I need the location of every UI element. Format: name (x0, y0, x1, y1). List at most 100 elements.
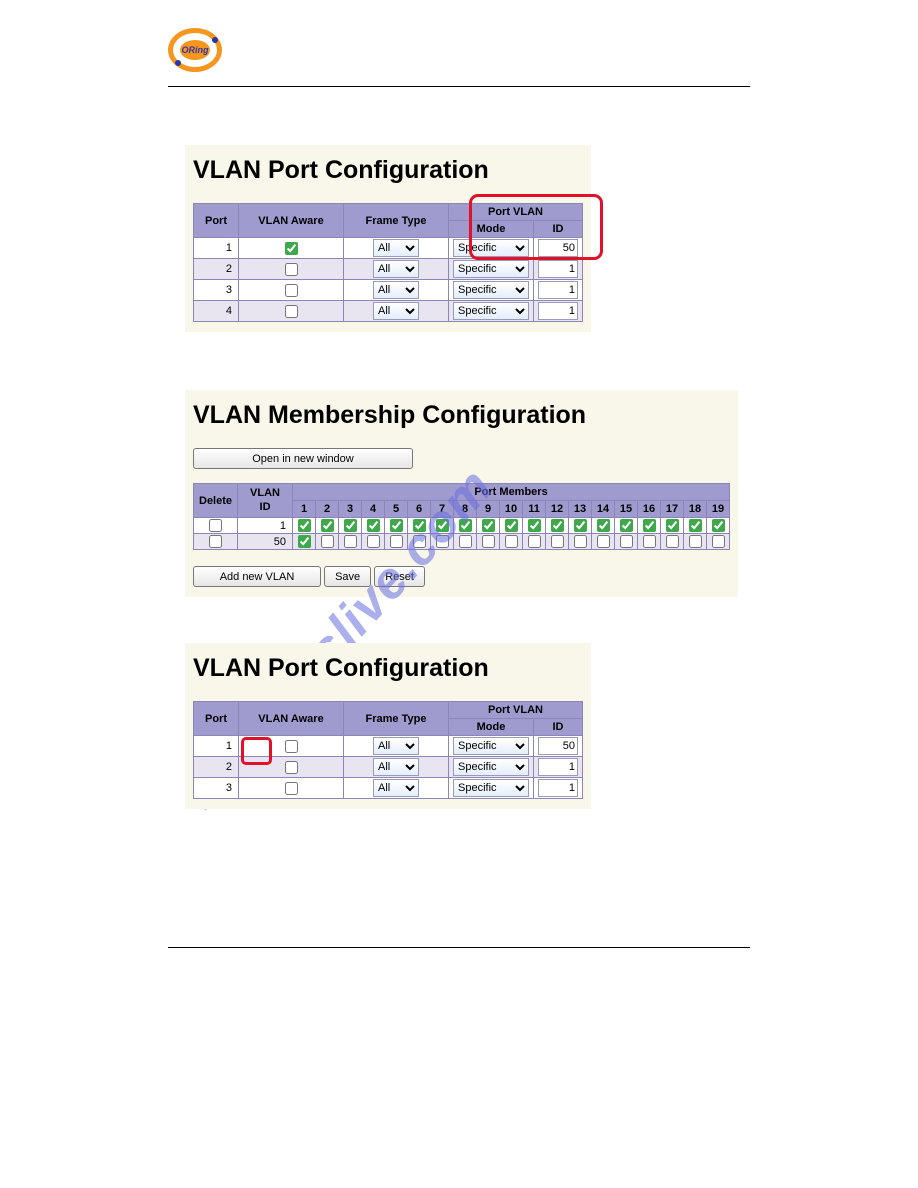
member-checkbox[interactable] (321, 535, 334, 548)
member-checkbox[interactable] (574, 535, 587, 548)
id-input[interactable] (538, 239, 578, 257)
vlan-port-table-1: Port VLAN Aware Frame Type Port VLAN Mod… (193, 203, 583, 322)
member-checkbox[interactable] (459, 519, 472, 532)
id-cell (534, 238, 583, 259)
save-button[interactable]: Save (324, 566, 371, 587)
member-checkbox[interactable] (643, 519, 656, 532)
member-checkbox[interactable] (712, 519, 725, 532)
frame-type-select[interactable]: All (373, 302, 419, 320)
member-checkbox[interactable] (528, 535, 541, 548)
mode-select[interactable]: Specific (453, 779, 529, 797)
member-cell (339, 518, 362, 534)
member-cell (592, 534, 615, 550)
member-cell (454, 534, 477, 550)
member-checkbox[interactable] (666, 535, 679, 548)
member-checkbox[interactable] (436, 519, 449, 532)
reset-button[interactable]: Reset (374, 566, 425, 587)
member-cell (661, 534, 684, 550)
id-input[interactable] (538, 281, 578, 299)
add-new-vlan-button[interactable]: Add new VLAN (193, 566, 321, 587)
member-checkbox[interactable] (367, 535, 380, 548)
member-checkbox[interactable] (482, 519, 495, 532)
mode-select[interactable]: Specific (453, 737, 529, 755)
member-checkbox[interactable] (436, 535, 449, 548)
mode-cell: Specific (449, 280, 534, 301)
member-checkbox[interactable] (689, 519, 702, 532)
mode-select[interactable]: Specific (453, 239, 529, 257)
frame-type-cell: All (344, 238, 449, 259)
frame-type-select[interactable]: All (373, 260, 419, 278)
member-cell (638, 534, 661, 550)
table-row: 4AllSpecific (194, 301, 583, 322)
vlan-aware-checkbox[interactable] (285, 305, 298, 318)
frame-type-select[interactable]: All (373, 737, 419, 755)
member-checkbox[interactable] (505, 519, 518, 532)
id-input[interactable] (538, 758, 578, 776)
panel2-title: VLAN Port Configuration (193, 654, 583, 683)
col-port-members: Port Members (293, 484, 730, 501)
member-checkbox[interactable] (505, 535, 518, 548)
id-input[interactable] (538, 779, 578, 797)
frame-type-select[interactable]: All (373, 779, 419, 797)
id-input[interactable] (538, 302, 578, 320)
frame-type-select[interactable]: All (373, 239, 419, 257)
member-checkbox[interactable] (528, 519, 541, 532)
port-header: 8 (454, 501, 477, 518)
member-checkbox[interactable] (689, 535, 702, 548)
vlan-aware-cell (239, 778, 344, 799)
col-frame-type: Frame Type (344, 204, 449, 238)
frame-type-select[interactable]: All (373, 758, 419, 776)
member-checkbox[interactable] (298, 519, 311, 532)
delete-checkbox[interactable] (209, 519, 222, 532)
member-checkbox[interactable] (666, 519, 679, 532)
vlan-aware-checkbox[interactable] (285, 761, 298, 774)
col-id-2: ID (534, 719, 583, 736)
mode-cell: Specific (449, 778, 534, 799)
member-checkbox[interactable] (344, 535, 357, 548)
member-checkbox[interactable] (390, 519, 403, 532)
mode-select[interactable]: Specific (453, 758, 529, 776)
member-checkbox[interactable] (344, 519, 357, 532)
id-input[interactable] (538, 737, 578, 755)
mode-select[interactable]: Specific (453, 281, 529, 299)
member-checkbox[interactable] (551, 535, 564, 548)
vlan-aware-checkbox[interactable] (285, 242, 298, 255)
member-cell (615, 534, 638, 550)
vlan-aware-checkbox[interactable] (285, 263, 298, 276)
mode-select[interactable]: Specific (453, 260, 529, 278)
col-delete: Delete (194, 484, 238, 518)
member-cell (546, 534, 569, 550)
id-cell (534, 778, 583, 799)
member-checkbox[interactable] (459, 535, 472, 548)
member-cell (362, 534, 385, 550)
member-cell (707, 518, 730, 534)
member-checkbox[interactable] (597, 519, 610, 532)
member-checkbox[interactable] (321, 519, 334, 532)
vlan-aware-checkbox[interactable] (285, 782, 298, 795)
member-checkbox[interactable] (413, 519, 426, 532)
delete-checkbox[interactable] (209, 535, 222, 548)
id-cell (534, 280, 583, 301)
port-cell: 3 (194, 778, 239, 799)
member-checkbox[interactable] (643, 535, 656, 548)
member-checkbox[interactable] (574, 519, 587, 532)
id-input[interactable] (538, 260, 578, 278)
mode-cell: Specific (449, 238, 534, 259)
member-cell (431, 518, 454, 534)
frame-type-select[interactable]: All (373, 281, 419, 299)
member-checkbox[interactable] (620, 535, 633, 548)
mode-select[interactable]: Specific (453, 302, 529, 320)
member-checkbox[interactable] (620, 519, 633, 532)
member-checkbox[interactable] (482, 535, 495, 548)
member-checkbox[interactable] (390, 535, 403, 548)
member-checkbox[interactable] (712, 535, 725, 548)
vlan-aware-checkbox[interactable] (285, 740, 298, 753)
member-checkbox[interactable] (597, 535, 610, 548)
member-checkbox[interactable] (298, 535, 311, 548)
member-checkbox[interactable] (367, 519, 380, 532)
port-header: 17 (661, 501, 684, 518)
vlan-aware-checkbox[interactable] (285, 284, 298, 297)
open-new-window-button[interactable]: Open in new window (193, 448, 413, 469)
member-checkbox[interactable] (551, 519, 564, 532)
member-checkbox[interactable] (413, 535, 426, 548)
